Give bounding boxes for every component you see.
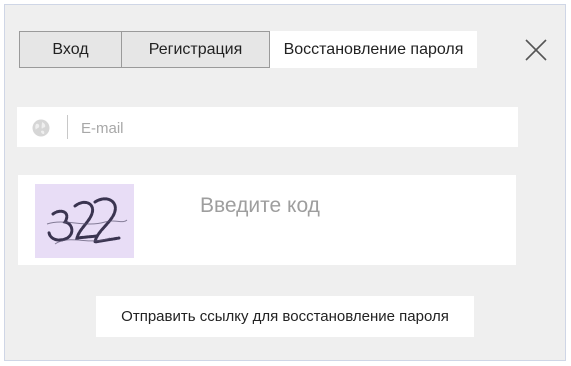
captcha-image xyxy=(35,184,134,258)
input-divider xyxy=(67,115,68,139)
tab-login[interactable]: Вход xyxy=(19,31,122,68)
send-recovery-link-label: Отправить ссылку для восстановление паро… xyxy=(121,308,449,325)
send-recovery-link-button[interactable]: Отправить ссылку для восстановление паро… xyxy=(96,296,474,337)
email-field-row xyxy=(17,107,518,149)
tab-password-recovery-label: Восстановление пароля xyxy=(283,40,464,58)
password-recovery-dialog: Вход Регистрация Восстановление пароля E… xyxy=(4,4,566,361)
tab-register-label: Регистрация xyxy=(148,40,243,58)
email-input[interactable] xyxy=(79,107,503,149)
tab-register[interactable]: Регистрация xyxy=(122,31,270,68)
tab-login-label: Вход xyxy=(52,40,89,58)
globe-icon xyxy=(32,119,50,137)
close-icon xyxy=(525,39,547,61)
tab-password-recovery[interactable]: Восстановление пароля xyxy=(270,31,477,68)
captcha-row xyxy=(18,175,516,265)
captcha-code-input[interactable] xyxy=(198,187,502,225)
auth-tabs: Вход Регистрация Восстановление пароля xyxy=(19,31,477,68)
close-button[interactable] xyxy=(524,38,548,62)
